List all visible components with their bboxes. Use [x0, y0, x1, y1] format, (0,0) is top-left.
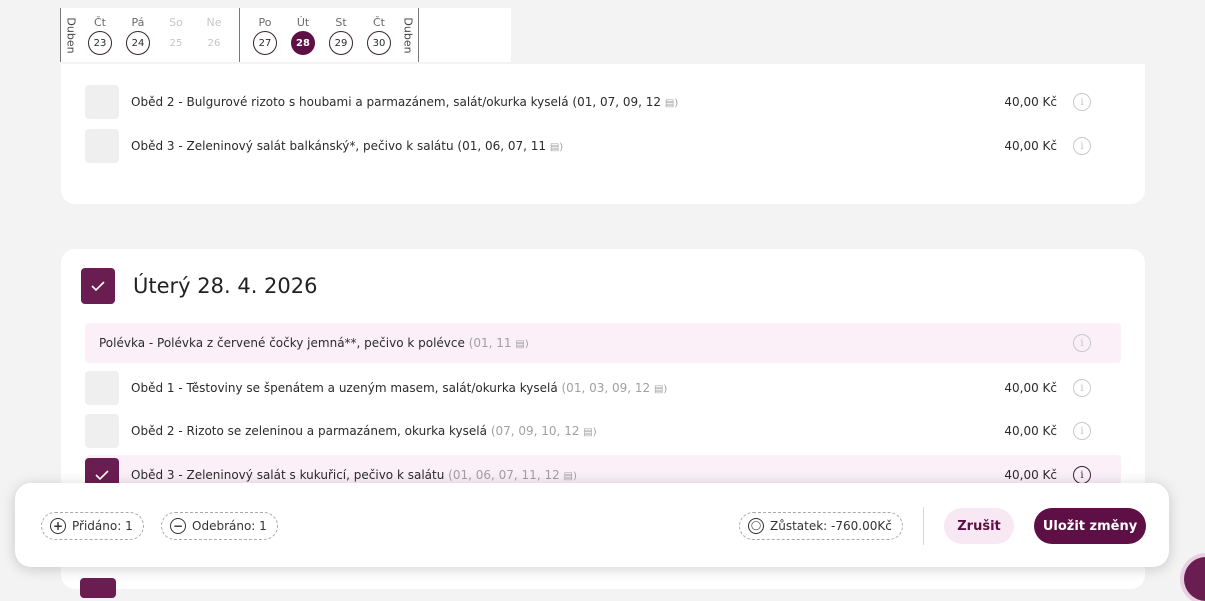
day-name: Čt — [373, 16, 385, 29]
day-thu-23[interactable]: Čt 23 — [82, 15, 118, 55]
changes-action-bar: + Přidáno: 1 − Odebráno: 1 ◯ Zůstatek: -… — [15, 483, 1169, 567]
cancel-button[interactable]: Zrušit — [944, 508, 1014, 544]
checkmark-icon — [91, 281, 105, 292]
meal-checkbox[interactable] — [85, 129, 119, 163]
day-wed-29[interactable]: St 29 — [323, 15, 359, 55]
info-icon[interactable]: i — [1073, 466, 1091, 484]
next-day-checkbox[interactable] — [80, 578, 116, 598]
week-separator — [239, 8, 240, 62]
day-sat-25: So 25 — [158, 15, 194, 55]
plus-circle-icon: + — [50, 518, 66, 534]
day-mon-27[interactable]: Po 27 — [247, 15, 283, 55]
document-icon: ▤) — [515, 339, 529, 350]
month-label-left: Duben — [64, 16, 78, 54]
meal-label: Oběd 2 - Bulgurové rizoto s houbami a pa… — [131, 95, 679, 109]
meal-label: Oběd 2 - Rizoto se zeleninou a parmazáne… — [131, 424, 597, 438]
day-thu-30[interactable]: Čt 30 — [361, 15, 397, 55]
day-number: 26 — [207, 37, 221, 49]
soup-row: Polévka - Polévka z červené čočky jemná*… — [85, 323, 1121, 363]
meal-price: 40,00 Kč — [1004, 139, 1057, 153]
day-number: 25 — [169, 37, 183, 49]
meal-label: Oběd 3 - Zeleninový salát balkánský*, pe… — [131, 139, 564, 153]
meal-row[interactable]: Oběd 1 - Těstoviny se špenátem a uzeným … — [85, 370, 1121, 406]
meal-price: 40,00 Kč — [1004, 424, 1057, 438]
day-number[interactable]: 24 — [126, 31, 150, 55]
coins-icon: ◯ — [748, 518, 764, 534]
document-icon: ▤) — [563, 471, 577, 482]
meal-price: 40,00 Kč — [1004, 95, 1057, 109]
day-tue-28[interactable]: Út 28 — [285, 15, 321, 55]
checkmark-icon — [95, 470, 109, 481]
info-icon[interactable]: i — [1073, 379, 1091, 397]
day-title: Úterý 28. 4. 2026 — [133, 274, 318, 298]
meal-row[interactable]: Oběd 3 - Zeleninový salát balkánský*, pe… — [85, 128, 1121, 164]
day-name: Út — [296, 16, 310, 29]
meal-checkbox[interactable] — [85, 414, 119, 448]
day-number[interactable]: 29 — [329, 31, 353, 55]
info-icon[interactable]: i — [1073, 334, 1091, 352]
day-number[interactable]: 23 — [88, 31, 112, 55]
meal-row[interactable]: Oběd 2 - Rizoto se zeleninou a parmazáne… — [85, 413, 1121, 449]
day-fri-24[interactable]: Pá 24 — [120, 15, 156, 55]
day-name: Po — [258, 16, 272, 29]
previous-day-card: Oběd 2 - Bulgurové rizoto s houbami a pa… — [61, 64, 1145, 204]
info-icon[interactable]: i — [1073, 137, 1091, 155]
document-icon: ▤) — [583, 427, 597, 438]
meal-label: Oběd 3 - Zeleninový salát s kukuřicí, pe… — [131, 468, 577, 482]
info-icon[interactable]: i — [1073, 422, 1091, 440]
removed-count-pill: − Odebráno: 1 — [161, 512, 278, 540]
balance-pill: ◯ Zůstatek: -760.00Kč — [739, 512, 903, 540]
meal-checkbox[interactable] — [85, 85, 119, 119]
day-name: Pá — [131, 16, 145, 29]
meal-label: Polévka - Polévka z červené čočky jemná*… — [99, 336, 529, 350]
added-count-pill: + Přidáno: 1 — [41, 512, 144, 540]
meal-price: 40,00 Kč — [1004, 381, 1057, 395]
day-name: So — [169, 16, 183, 29]
day-number-selected[interactable]: 28 — [291, 31, 315, 55]
day-header: Úterý 28. 4. 2026 — [81, 268, 318, 304]
day-sun-26: Ne 26 — [196, 15, 232, 55]
day-name: Ne — [206, 16, 222, 29]
info-icon[interactable]: i — [1073, 93, 1091, 111]
day-number[interactable]: 27 — [253, 31, 277, 55]
day-number[interactable]: 30 — [367, 31, 391, 55]
calendar-end-separator — [418, 8, 419, 62]
day-name: St — [335, 16, 347, 29]
save-changes-button[interactable]: Uložit změny — [1034, 508, 1146, 544]
document-icon: ▤) — [664, 98, 679, 109]
meal-label: Oběd 1 - Těstoviny se špenátem a uzeným … — [131, 381, 668, 395]
day-select-checkbox[interactable] — [81, 268, 115, 304]
scroll-top-button[interactable] — [1184, 557, 1205, 601]
meal-checkbox[interactable] — [85, 371, 119, 405]
meal-price: 40,00 Kč — [1004, 468, 1057, 482]
document-icon: ▤) — [653, 384, 668, 395]
minus-circle-icon: − — [170, 518, 186, 534]
day-name: Čt — [94, 16, 106, 29]
calendar-strip: Duben Čt 23 Pá 24 So 25 Ne 26 Po 27 Út 2… — [60, 8, 511, 62]
month-label-right: Duben — [401, 16, 415, 54]
meal-row[interactable]: Oběd 2 - Bulgurové rizoto s houbami a pa… — [85, 84, 1121, 120]
action-bar-divider — [923, 507, 924, 545]
document-icon: ▤) — [549, 142, 564, 153]
